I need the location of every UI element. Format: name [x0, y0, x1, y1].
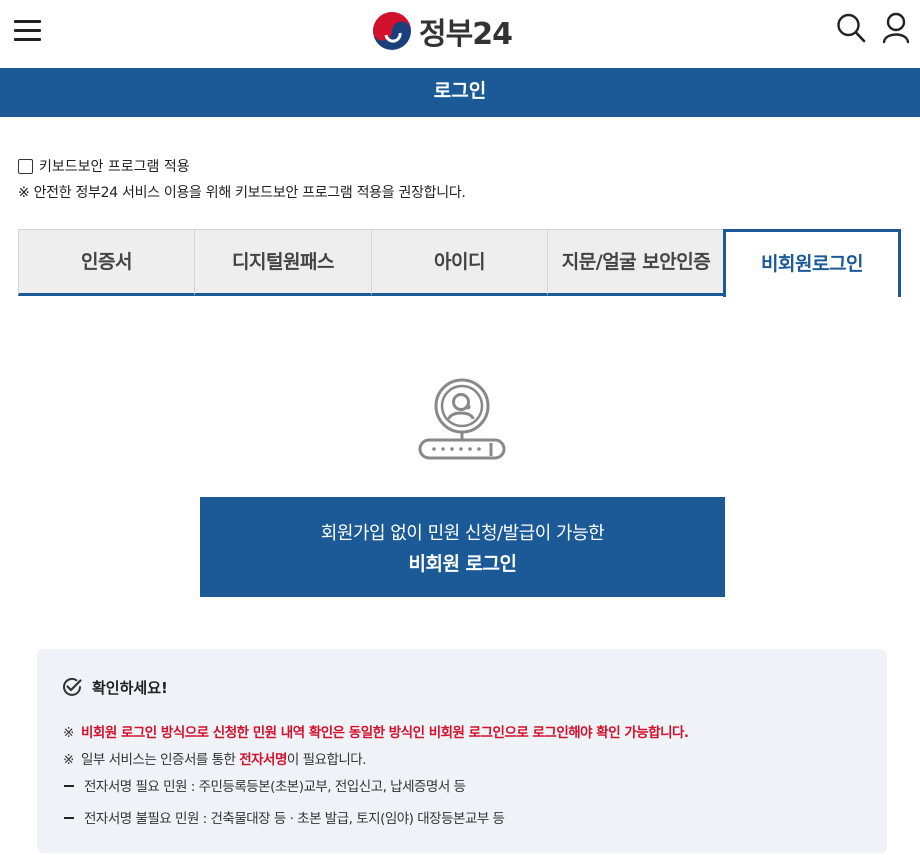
user-icon[interactable] — [881, 12, 911, 44]
keyboard-security-note: ※ 안전한 정부24 서비스 이용을 위해 키보드보안 프로그램 적용을 권장합… — [18, 185, 466, 201]
search-icon[interactable] — [836, 12, 866, 44]
notice-header: 확인하세요! — [61, 676, 168, 698]
notice-title: 확인하세요! — [92, 678, 168, 697]
hamburger-menu-icon[interactable] — [14, 18, 42, 44]
tab-nonmember-login[interactable]: 비회원로그인 — [723, 229, 901, 297]
tab-digital-onepass[interactable]: 디지털원패스 — [194, 229, 372, 296]
taegeuk-logo-icon — [373, 12, 411, 50]
dash-bullet-icon — [64, 816, 74, 820]
tab-id[interactable]: 아이디 — [371, 229, 548, 296]
tab-certificate[interactable]: 인증서 — [18, 229, 195, 296]
nonmember-button-title: 비회원 로그인 — [408, 553, 518, 575]
page-title: 로그인 — [433, 80, 487, 102]
logo-text: 정부24 — [419, 17, 513, 52]
notice-line-signature-not-required: 전자서명 불필요 민원 : 건축물대장 등 · 초본 발급, 토지(임야) 대장… — [63, 807, 505, 827]
keyboard-security-label: 키보드보안 프로그램 적용 — [39, 159, 190, 175]
nonmember-button-subtitle: 회원가입 없이 민원 신청/발급이 가능한 — [320, 523, 605, 544]
gov24-logo[interactable]: 정부24 — [372, 10, 513, 52]
keyboard-security-checkbox-row[interactable]: 키보드보안 프로그램 적용 — [18, 156, 190, 176]
check-circle-icon — [63, 677, 82, 696]
notice-line-signature: ※ 일부 서비스는 인증서를 통한 전자서명이 필요합니다. — [63, 752, 367, 768]
tab-biometric[interactable]: 지문/얼굴 보안인증 — [547, 229, 725, 296]
nonmember-login-button[interactable]: 회원가입 없이 민원 신청/발급이 가능한 비회원 로그인 — [200, 497, 725, 597]
keyboard-security-checkbox[interactable] — [18, 158, 33, 174]
notice-line-nonmember: ※ 비회원 로그인 방식으로 신청한 민원 내역 확인은 동일한 방식인 비회원 … — [63, 725, 689, 741]
page-title-bar: 로그인 — [0, 68, 920, 117]
dash-bullet-icon — [64, 784, 74, 788]
notice-line-signature-required: 전자서명 필요 민원 : 주민등록등본(초본)교부, 전입신고, 납세증명서 등 — [63, 775, 466, 795]
top-header: 정부24 — [0, 0, 920, 68]
notice-box: 확인하세요! ※ 비회원 로그인 방식으로 신청한 민원 내역 확인은 동일한 방… — [37, 649, 887, 853]
login-method-tabs: 인증서 디지털원패스 아이디 지문/얼굴 보안인증 비회원로그인 — [18, 229, 901, 297]
user-keyboard-icon — [416, 377, 508, 463]
